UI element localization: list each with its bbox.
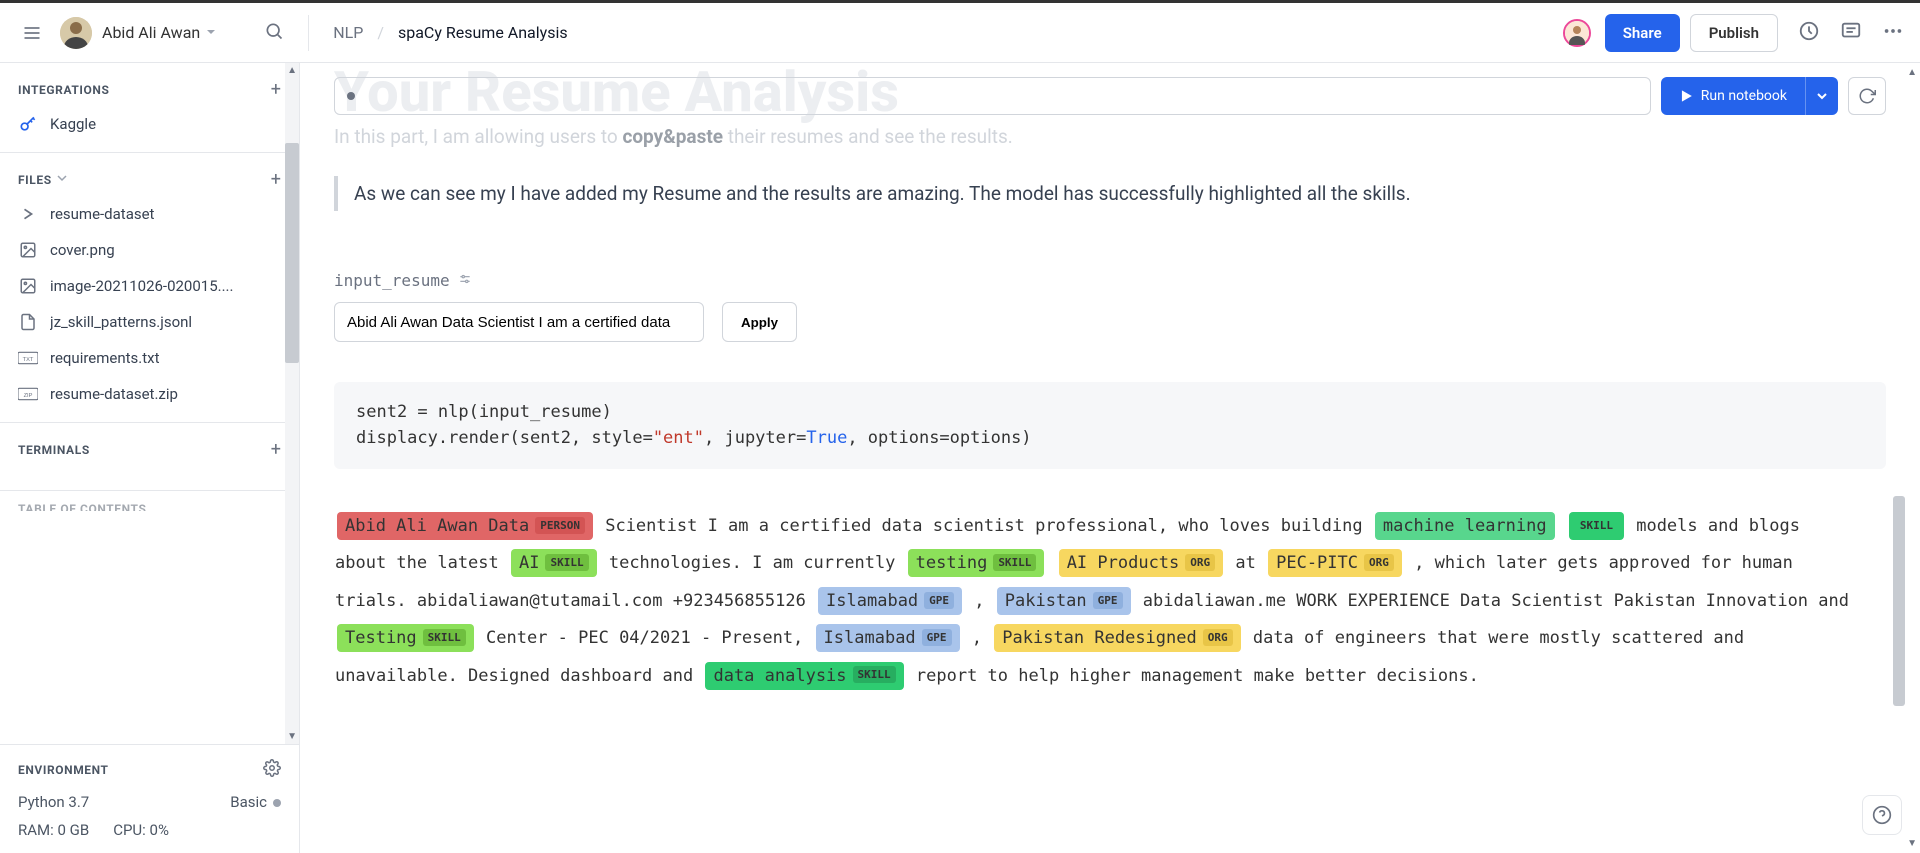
image-icon (18, 240, 38, 260)
settings-toggle-icon[interactable] (458, 272, 472, 290)
entity-skill: testingSKILL (908, 549, 1045, 577)
files-heading: FILES (18, 173, 52, 187)
sidebar-item-label: jz_skill_patterns.jsonl (50, 313, 192, 331)
output-text: Scientist I am a certified data scientis… (595, 516, 1373, 536)
breadcrumb: NLP / spaCy Resume Analysis (333, 23, 567, 42)
username[interactable]: Abid Ali Awan (102, 23, 200, 42)
publish-button[interactable]: Publish (1690, 14, 1778, 52)
sidebar-file-item[interactable]: image-20211026-020015.... (0, 268, 299, 304)
search-icon[interactable] (264, 21, 284, 45)
entity-gpe: IslamabadGPE (816, 624, 960, 652)
environment-heading: ENVIRONMENT (18, 763, 109, 777)
entity-label: SKILL (1569, 512, 1624, 540)
collaborator-avatar[interactable] (1563, 19, 1591, 47)
sidebar-scroll-thumb[interactable] (285, 143, 299, 363)
svg-text:ZIP: ZIP (24, 393, 33, 399)
svg-text:TXT: TXT (23, 357, 34, 363)
sidebar-item-label: image-20211026-020015.... (50, 277, 233, 295)
sidebar: ▲ ▼ INTEGRATIONS + Kaggle FILES + (0, 63, 300, 853)
cell-selector[interactable] (334, 77, 1651, 115)
breadcrumb-current: spaCy Resume Analysis (398, 23, 568, 42)
entity-org: AI ProductsORG (1059, 549, 1223, 577)
output-text: at (1225, 553, 1266, 573)
env-ram: RAM: 0 GB (18, 821, 89, 839)
breadcrumb-separator: / (377, 23, 384, 42)
output-text: report to help higher management make be… (906, 666, 1479, 686)
sidebar-file-item[interactable]: jz_skill_patterns.jsonl (0, 304, 299, 340)
environment-panel: ENVIRONMENT Python 3.7 Basic RAM: 0 GB C… (0, 744, 299, 853)
blockquote: As we can see my I have added my Resume … (334, 176, 1886, 211)
output-text: technologies. I am currently (599, 553, 906, 573)
entity-skill: AISKILL (511, 549, 597, 577)
sidebar-file-item[interactable]: cover.png (0, 232, 299, 268)
history-icon[interactable] (1798, 20, 1820, 46)
entity-skill: data analysisSKILL (705, 662, 903, 690)
apply-button[interactable]: Apply (722, 302, 797, 342)
comments-icon[interactable] (1840, 20, 1862, 46)
entity-gpe: IslamabadGPE (818, 587, 962, 615)
folder-caret-icon (18, 204, 38, 224)
sidebar-item-label: resume-dataset.zip (50, 385, 178, 403)
share-button[interactable]: Share (1605, 14, 1680, 52)
variable-name: input_resume (334, 271, 450, 290)
chevron-down-icon[interactable] (56, 172, 68, 188)
file-icon (18, 312, 38, 332)
status-dot (273, 799, 281, 807)
env-python: Python 3.7 (18, 793, 89, 811)
run-notebook-button[interactable]: Run notebook (1661, 77, 1838, 115)
txt-icon: TXT (18, 348, 38, 368)
entity-gpe: PakistanGPE (997, 587, 1131, 615)
image-icon (18, 276, 38, 296)
breadcrumb-parent[interactable]: NLP (333, 23, 363, 42)
sidebar-scrollbar[interactable]: ▲ ▼ (285, 63, 299, 744)
gear-icon[interactable] (263, 759, 281, 781)
menu-icon[interactable] (16, 17, 48, 49)
entity-skill: TestingSKILL (337, 624, 474, 652)
more-icon[interactable] (1882, 20, 1904, 46)
user-avatar[interactable] (60, 17, 92, 49)
main-scrollbar[interactable]: ▲ ▼ (1904, 63, 1920, 853)
run-dropdown-caret[interactable] (1805, 77, 1838, 115)
intro-paragraph: In this part, I am allowing users to cop… (334, 125, 1886, 148)
integrations-heading: INTEGRATIONS (18, 83, 109, 97)
sidebar-item-label: cover.png (50, 241, 115, 259)
user-dropdown-caret[interactable] (206, 25, 216, 41)
refresh-icon[interactable] (1848, 77, 1886, 115)
code-cell[interactable]: sent2 = nlp(input_resume) displacy.rende… (334, 382, 1886, 469)
output-text: Center - PEC 04/2021 - Present, (476, 628, 814, 648)
output-text: , (962, 628, 993, 648)
separator (308, 15, 309, 51)
output-text: , (964, 591, 995, 611)
entity-person: Abid Ali Awan DataPERSON (337, 512, 593, 540)
cell-dot-icon (347, 92, 355, 100)
output-text: abidaliawan.me WORK EXPERIENCE Data Scie… (1133, 591, 1849, 611)
sidebar-integration-item[interactable]: Kaggle (0, 106, 299, 142)
sidebar-file-item[interactable]: TXT requirements.txt (0, 340, 299, 376)
env-tier: Basic (230, 793, 267, 811)
topbar: Abid Ali Awan NLP / spaCy Resume Analysi… (0, 3, 1920, 63)
displacy-output: Abid Ali Awan DataPERSON Scientist I am … (334, 487, 1886, 716)
sidebar-item-label: resume-dataset (50, 205, 154, 223)
help-icon[interactable] (1862, 795, 1902, 835)
entity-org: PEC-PITCORG (1268, 549, 1402, 577)
output-scrollbar[interactable] (1893, 496, 1905, 706)
entity-skill: machine learning (1375, 512, 1555, 540)
resume-input[interactable] (334, 302, 704, 342)
add-integration-icon[interactable]: + (271, 79, 281, 100)
sidebar-item-label: Kaggle (50, 115, 96, 133)
zip-icon: ZIP (18, 384, 38, 404)
add-file-icon[interactable]: + (271, 169, 281, 190)
terminals-heading: TERMINALS (18, 443, 90, 457)
sidebar-file-item[interactable]: ZIP resume-dataset.zip (0, 376, 299, 412)
entity-org: Pakistan RedesignedORG (994, 624, 1240, 652)
toc-heading: TABLE OF CONTENTS (18, 502, 146, 511)
sidebar-file-item[interactable]: resume-dataset (0, 196, 299, 232)
key-icon (18, 114, 38, 134)
add-terminal-icon[interactable]: + (271, 439, 281, 460)
env-cpu: CPU: 0% (113, 821, 169, 839)
main-content: ▲ ▼ Your Resume Analysis Run notebook (300, 63, 1920, 853)
output-text (1046, 553, 1056, 573)
sidebar-item-label: requirements.txt (50, 349, 160, 367)
